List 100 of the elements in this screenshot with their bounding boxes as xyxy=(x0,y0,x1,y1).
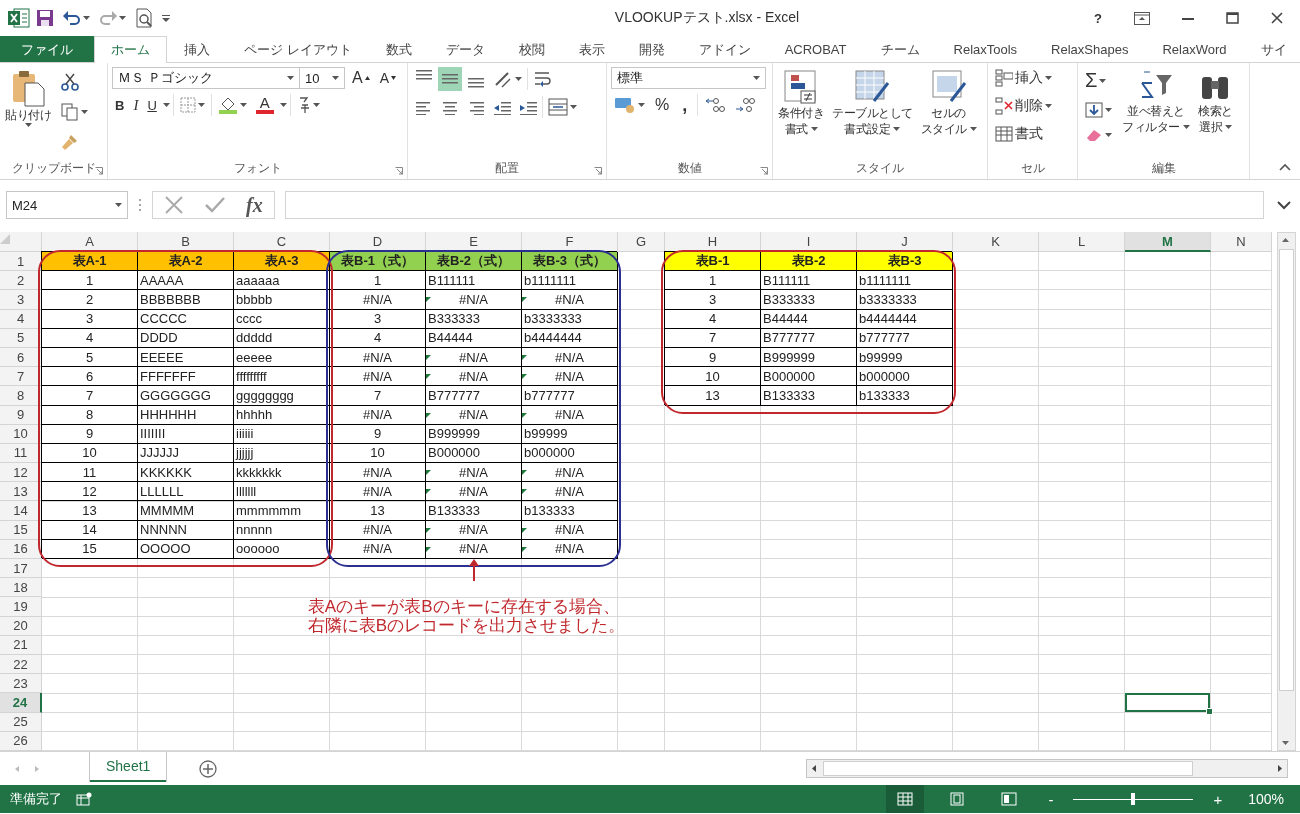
expand-formula-bar-button[interactable] xyxy=(1274,198,1294,212)
decrease-font-size-button[interactable]: A xyxy=(376,68,399,88)
sheet-tab[interactable]: Sheet1 xyxy=(90,751,167,782)
insert-function-button[interactable]: fx xyxy=(243,191,266,219)
column-header[interactable]: L xyxy=(1039,232,1125,252)
column-header[interactable]: B xyxy=(138,232,234,252)
row-header[interactable]: 1 xyxy=(0,252,42,272)
ribbon-tab[interactable]: ページ レイアウト xyxy=(227,36,369,62)
maximize-button[interactable] xyxy=(1223,10,1242,26)
column-header[interactable]: F xyxy=(522,232,618,252)
italic-button[interactable]: I xyxy=(130,94,142,116)
error-indicator-icon xyxy=(522,470,527,476)
ribbon-tab[interactable]: 開発 xyxy=(621,36,682,62)
column-header[interactable]: D xyxy=(330,232,426,252)
column-header[interactable]: J xyxy=(857,232,953,252)
row-header[interactable]: 7 xyxy=(0,367,42,387)
ribbon-tab[interactable]: アドイン xyxy=(681,36,768,62)
autosum-button[interactable]: Σ xyxy=(1082,67,1115,94)
vertical-align-button[interactable] xyxy=(438,67,462,91)
ribbon-tab[interactable]: ACROBAT xyxy=(767,36,864,62)
table-cell: b777777 xyxy=(522,386,618,406)
ribbon-tab[interactable]: RelaxShapes xyxy=(1034,36,1146,62)
row-header[interactable]: 12 xyxy=(0,463,42,483)
column-header[interactable]: C xyxy=(234,232,330,252)
horizontal-scrollbar[interactable] xyxy=(806,759,1288,778)
comma-button[interactable]: , xyxy=(676,94,694,116)
ribbon-tab[interactable]: ホーム xyxy=(94,36,167,63)
text-lines-icon xyxy=(441,99,459,115)
row-header[interactable]: 20 xyxy=(0,616,42,636)
ribbon-tab[interactable]: 校閲 xyxy=(501,36,562,62)
ribbon-tab[interactable]: 表示 xyxy=(561,36,622,62)
paste-button[interactable]: 貼り付け xyxy=(4,67,52,157)
row-header[interactable]: 14 xyxy=(0,501,42,521)
delete-cells-icon xyxy=(995,97,1013,115)
row-header[interactable]: 26 xyxy=(0,731,42,751)
row-header[interactable]: 17 xyxy=(0,559,42,579)
row-header[interactable]: 22 xyxy=(0,654,42,675)
fill-button[interactable] xyxy=(1082,100,1115,120)
ribbon-display-button[interactable] xyxy=(1131,9,1153,27)
row-header[interactable]: 3 xyxy=(0,290,42,310)
ribbon-tab[interactable]: RelaxWord xyxy=(1145,36,1244,62)
increase-font-size-button[interactable]: A xyxy=(349,67,373,89)
name-box[interactable]: M24 xyxy=(6,191,128,219)
formula-input-field[interactable] xyxy=(284,191,1264,219)
zoom-in-button[interactable]: + xyxy=(1207,789,1229,809)
view-button[interactable] xyxy=(886,785,925,813)
ribbon-tab[interactable]: データ xyxy=(428,36,502,62)
row-header[interactable]: 25 xyxy=(0,712,42,732)
font-size-field[interactable]: 10 xyxy=(299,67,345,89)
column-header[interactable]: N xyxy=(1211,232,1272,252)
column-header[interactable]: M xyxy=(1125,232,1211,252)
table-cell: LLLLLL xyxy=(138,482,234,502)
selected-cell[interactable] xyxy=(1125,693,1211,713)
row-header[interactable]: 2 xyxy=(0,271,42,291)
style-gallery-button[interactable]: 条件付き 書式 xyxy=(777,67,825,157)
font-name-field[interactable]: ＭＳ Ｐゴシック xyxy=(112,67,300,89)
copy-button[interactable] xyxy=(58,101,91,123)
cells-command-button[interactable]: 削除 xyxy=(992,95,1055,117)
ribbon-tab[interactable]: サイ xyxy=(1243,36,1300,62)
ribbon-tab[interactable]: 挿入 xyxy=(167,36,227,62)
font-color-button[interactable]: A xyxy=(252,94,277,116)
ribbon-tab[interactable]: ファイル xyxy=(0,36,94,62)
style-gallery-button[interactable]: テーブルとして 書式設定 xyxy=(831,67,914,157)
merge-cells-button[interactable] xyxy=(545,96,580,118)
row-header[interactable]: 13 xyxy=(0,482,42,502)
zoom-slider-thumb[interactable] xyxy=(1131,793,1136,805)
editing-command-button[interactable]: 並べ替えと フィルター xyxy=(1121,67,1191,157)
underline-button[interactable]: U xyxy=(144,95,160,115)
help-button[interactable]: ? xyxy=(1091,8,1105,28)
zoom-out-button[interactable]: - xyxy=(1042,789,1060,809)
column-header[interactable]: A xyxy=(42,232,138,252)
table-cell: #N/A xyxy=(330,290,426,310)
close-button[interactable] xyxy=(1268,10,1286,26)
table-cell: 10 xyxy=(42,443,138,464)
column-header[interactable]: K xyxy=(953,232,1039,252)
row-header[interactable]: 19 xyxy=(0,597,42,617)
caret-icon xyxy=(119,16,126,20)
percent-button[interactable]: % xyxy=(652,94,673,116)
bold-button[interactable]: B xyxy=(112,95,128,115)
table-cell: #N/A xyxy=(330,347,426,368)
row-header[interactable]: 24 xyxy=(0,693,42,713)
table-cell: ddddd xyxy=(234,328,330,348)
column-header[interactable]: G xyxy=(618,232,665,252)
column-header[interactable]: E xyxy=(426,232,522,252)
ribbon-tab[interactable]: 数式 xyxy=(368,36,429,62)
row-header[interactable]: 18 xyxy=(0,578,42,598)
row-header[interactable]: 8 xyxy=(0,386,42,406)
ribbon-tab[interactable]: チーム xyxy=(863,36,937,62)
editing-command-button[interactable]: 検索と 選択 xyxy=(1196,67,1235,157)
column-header[interactable]: I xyxy=(761,232,857,252)
customize-toolbar-button[interactable] xyxy=(159,12,173,24)
number-format-field[interactable]: 標準 xyxy=(611,67,766,89)
style-gallery-button[interactable]: セルの スタイル xyxy=(919,67,978,157)
row-header[interactable]: 21 xyxy=(0,635,42,655)
ribbon-tab[interactable]: RelaxTools xyxy=(936,36,1035,62)
cells-command-button[interactable]: 書式 xyxy=(992,123,1055,145)
vertical-scrollbar[interactable] xyxy=(1276,232,1296,751)
row-header[interactable]: 23 xyxy=(0,674,42,694)
cells-command-button[interactable]: 挿入 xyxy=(992,67,1055,89)
column-header[interactable]: H xyxy=(665,232,761,252)
